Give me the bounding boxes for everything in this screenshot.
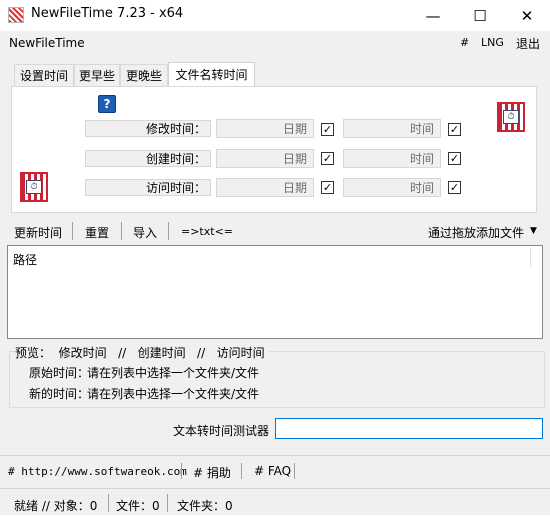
- text-to-time-tester-label: 文本转时间测试器: [173, 424, 270, 438]
- created-time-label: 创建时间：: [85, 150, 211, 167]
- accessed-time-field[interactable]: 时间: [343, 178, 441, 197]
- chevron-down-icon[interactable]: ▼: [530, 226, 537, 236]
- app-icon: [8, 7, 24, 23]
- tab-filename-to-time[interactable]: 文件名转时间: [168, 62, 255, 86]
- faq-link[interactable]: # FAQ: [254, 464, 291, 478]
- preview-heading: 预览： 修改时间 // 创建时间 // 访问时间: [15, 344, 269, 361]
- created-time-field[interactable]: 时间: [343, 149, 441, 168]
- website-link[interactable]: # http://www.softwareok.com: [8, 465, 187, 478]
- menu-language[interactable]: LNG: [481, 36, 504, 49]
- modified-time-checkbox[interactable]: ✓: [448, 123, 461, 136]
- close-button[interactable]: ✕: [504, 0, 550, 31]
- status-files: 文件：0: [116, 499, 160, 513]
- link-separator: [294, 463, 295, 479]
- txt-button[interactable]: =>txt<=: [181, 225, 233, 238]
- update-time-button[interactable]: 更新时间: [14, 224, 62, 241]
- status-ready: 就绪 // 对象：0: [14, 499, 98, 513]
- donate-link[interactable]: # 捐助: [193, 464, 231, 481]
- original-time-value: 请在列表中选择一个文件夹/文件: [87, 366, 260, 380]
- text-to-time-tester-input[interactable]: [275, 418, 543, 439]
- toolbar-separator: [121, 222, 122, 240]
- status-separator: [108, 494, 109, 512]
- created-time-checkbox[interactable]: ✓: [448, 152, 461, 165]
- status-folders: 文件夹：0: [177, 499, 233, 513]
- toolbar-separator: [168, 222, 169, 240]
- divider: [0, 455, 550, 456]
- menu-hash[interactable]: #: [460, 36, 469, 49]
- created-date-field[interactable]: 日期: [216, 149, 314, 168]
- minimize-button[interactable]: —: [410, 0, 456, 31]
- new-time-value: 请在列表中选择一个文件夹/文件: [87, 387, 260, 401]
- accessed-time-checkbox[interactable]: ✓: [448, 181, 461, 194]
- created-date-checkbox[interactable]: ✓: [321, 152, 334, 165]
- file-list[interactable]: [7, 245, 543, 339]
- accessed-date-field[interactable]: 日期: [216, 178, 314, 197]
- menu-app-name[interactable]: NewFileTime: [9, 36, 85, 50]
- accessed-time-label: 访问时间：: [85, 179, 211, 196]
- link-separator: [181, 463, 182, 479]
- original-time-label: 原始时间：: [29, 366, 90, 380]
- tab-later[interactable]: 更晚些: [120, 64, 168, 86]
- toolbar-separator: [72, 222, 73, 240]
- modified-time-field[interactable]: 时间: [343, 119, 441, 138]
- modified-date-field[interactable]: 日期: [216, 119, 314, 138]
- list-column-path[interactable]: 路径: [13, 251, 37, 268]
- new-time-label: 新的时间：: [29, 387, 90, 401]
- accessed-date-checkbox[interactable]: ✓: [321, 181, 334, 194]
- help-icon[interactable]: ?: [98, 95, 116, 113]
- file-clock-icon-left[interactable]: ⏱: [20, 172, 48, 202]
- status-divider: [0, 488, 550, 489]
- menu-exit[interactable]: 退出: [516, 35, 540, 52]
- tab-set-time[interactable]: 设置时间: [14, 64, 74, 86]
- modified-date-checkbox[interactable]: ✓: [321, 123, 334, 136]
- reset-button[interactable]: 重置: [85, 224, 109, 241]
- drag-add-files-dropdown[interactable]: 通过拖放添加文件: [428, 224, 524, 241]
- import-button[interactable]: 导入: [133, 224, 157, 241]
- list-column-divider: [530, 247, 531, 267]
- modified-time-label: 修改时间：: [85, 120, 211, 137]
- window-title: NewFileTime 7.23 - x64: [31, 6, 184, 21]
- maximize-button[interactable]: ☐: [457, 0, 503, 31]
- tab-earlier[interactable]: 更早些: [74, 64, 120, 86]
- status-separator: [167, 494, 168, 512]
- link-separator: [241, 463, 242, 479]
- file-clock-icon[interactable]: ⏱: [497, 102, 525, 132]
